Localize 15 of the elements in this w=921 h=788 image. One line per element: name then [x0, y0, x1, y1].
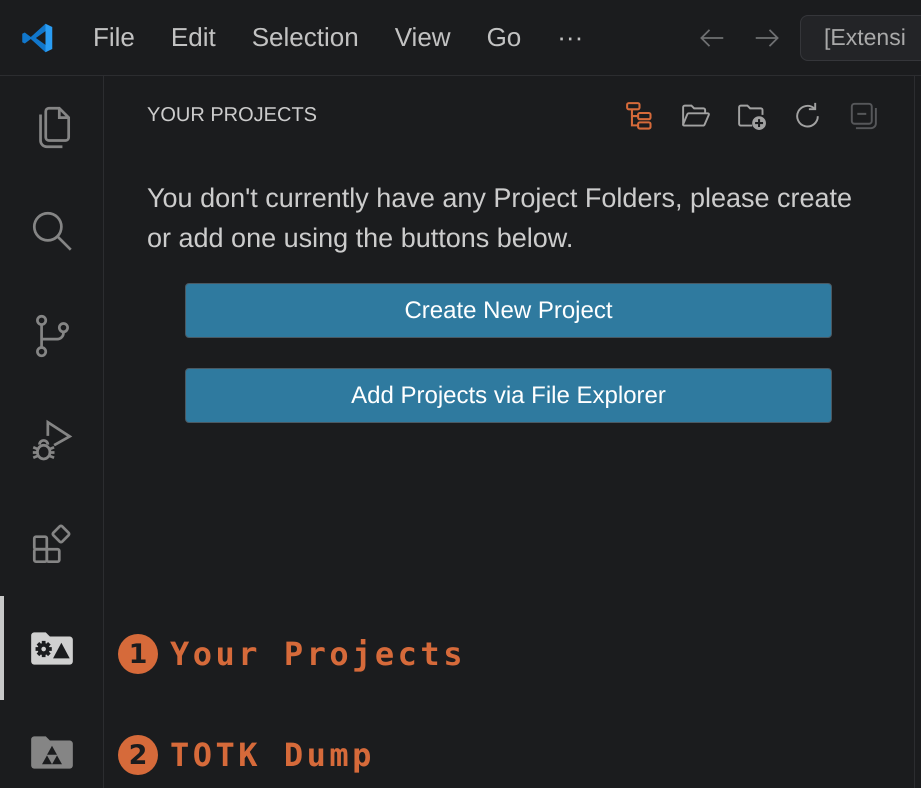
empty-state-message: You don't currently have any Project Folders, please create or add one using the buttons below.: [147, 182, 854, 255]
primary-button[interactable]: Create New Project: [185, 283, 832, 338]
menu-item[interactable]: Go: [468, 18, 540, 57]
callout-number: 2: [118, 735, 158, 775]
callout-number: 1: [118, 634, 158, 674]
menu-item[interactable]: ···: [539, 18, 602, 57]
primary-button[interactable]: Add Projects via File Explorer: [185, 368, 832, 423]
menu-item[interactable]: Selection: [234, 18, 377, 57]
menu-item[interactable]: View: [376, 18, 469, 57]
menu-item[interactable]: File: [75, 18, 153, 57]
panel-title: YOUR PROJECTS: [147, 104, 318, 126]
menu-item[interactable]: Edit: [152, 18, 234, 57]
command-center[interactable]: [Extensi: [800, 14, 921, 60]
callout-label: Your Projects: [170, 635, 466, 673]
callout-label: TOTK Dump: [170, 736, 375, 774]
